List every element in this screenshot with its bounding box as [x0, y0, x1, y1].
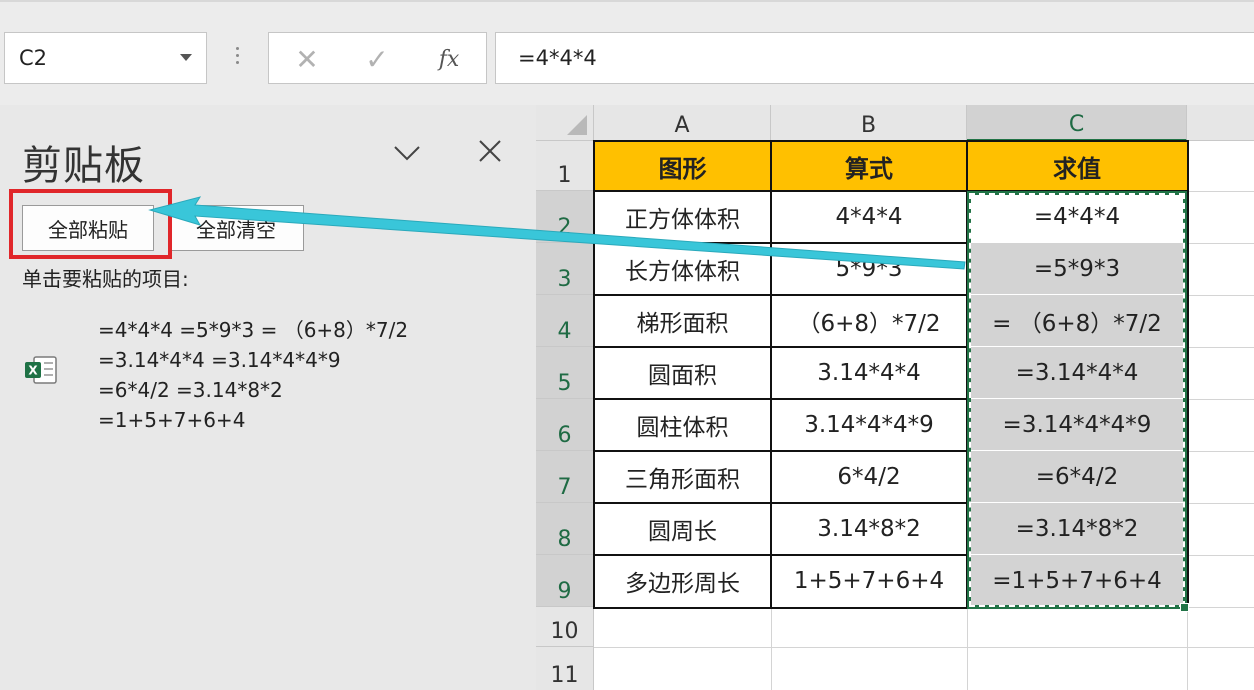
table-border	[968, 450, 1187, 451]
row-header[interactable]: 8	[536, 503, 594, 555]
header-cell[interactable]: 算式	[771, 141, 967, 191]
pane-title: 剪贴板	[22, 143, 145, 189]
table-cell[interactable]: 3.14*8*2	[771, 503, 967, 555]
table-border	[594, 554, 967, 556]
table-cell[interactable]: =1+5+7+6+4	[967, 555, 1187, 607]
row-header[interactable]: 11	[536, 647, 594, 690]
table-border	[594, 190, 1188, 192]
table-cell[interactable]: 正方体体积	[594, 191, 771, 243]
table-cell[interactable]: =5*9*3	[967, 243, 1187, 295]
table-cell[interactable]: 多边形周长	[594, 555, 771, 607]
close-icon[interactable]	[474, 135, 506, 167]
row-header[interactable]: 5	[536, 347, 594, 399]
clipboard-item-line: =6*4/2 =3.14*8*2	[98, 378, 283, 402]
grid-line	[594, 647, 1254, 648]
enter-icon[interactable]: ✓	[347, 33, 407, 85]
cancel-icon[interactable]: ✕	[277, 33, 337, 85]
fill-handle[interactable]	[1180, 603, 1189, 612]
table-cell[interactable]: 长方体体积	[594, 243, 771, 295]
table-border	[594, 398, 967, 400]
formula-bar: C2 ✕ ✓ fx =4*4*4	[0, 0, 1254, 105]
table-border	[968, 502, 1187, 503]
clipboard-item-line: =3.14*4*4 =3.14*4*4*9	[98, 348, 341, 372]
table-border	[594, 450, 967, 452]
chevron-down-icon[interactable]	[392, 138, 422, 168]
table-cell[interactable]: 4*4*4	[771, 191, 967, 243]
table-cell[interactable]: 圆柱体积	[594, 399, 771, 451]
clipboard-item-line: =1+5+7+6+4	[98, 408, 246, 432]
table-cell[interactable]: = （6+8）*7/2	[967, 295, 1187, 347]
table-cell[interactable]: 圆周长	[594, 503, 771, 555]
table-border	[594, 502, 967, 504]
formula-buttons: ✕ ✓ fx	[268, 32, 487, 84]
row-header[interactable]: 3	[536, 243, 594, 295]
highlight-box	[9, 189, 172, 259]
table-cell[interactable]: =3.14*4*4	[967, 347, 1187, 399]
table-border	[770, 141, 772, 608]
name-box-value: C2	[19, 46, 48, 70]
table-cell[interactable]: 1+5+7+6+4	[771, 555, 967, 607]
row-header[interactable]: 7	[536, 451, 594, 503]
table-cell[interactable]: 3.14*4*4*9	[771, 399, 967, 451]
table-border	[594, 346, 967, 348]
table-cell[interactable]: =6*4/2	[967, 451, 1187, 503]
table-cell[interactable]: 5*9*3	[771, 243, 967, 295]
pane-hint: 单击要粘贴的项目:	[22, 267, 189, 291]
row-header[interactable]: 4	[536, 295, 594, 347]
row-header[interactable]: 1	[536, 141, 594, 191]
clipboard-item[interactable]: =4*4*4 =5*9*3 = （6+8）*7/2 =3.14*4*4 =3.1…	[98, 315, 408, 435]
table-cell[interactable]: =3.14*4*4*9	[967, 399, 1187, 451]
table-border	[968, 346, 1187, 347]
name-box[interactable]: C2	[4, 32, 207, 84]
excel-icon: X	[25, 356, 57, 384]
svg-text:X: X	[28, 364, 38, 378]
table-cell[interactable]: =3.14*8*2	[967, 503, 1187, 555]
row-header[interactable]: 6	[536, 399, 594, 451]
column-header-b[interactable]: B	[771, 105, 967, 141]
table-border	[594, 294, 967, 296]
row-header[interactable]: 2	[536, 191, 594, 243]
table-cell[interactable]: 三角形面积	[594, 451, 771, 503]
table-cell[interactable]: 6*4/2	[771, 451, 967, 503]
table-border	[966, 141, 968, 608]
column-header-a[interactable]: A	[594, 105, 771, 141]
formula-input[interactable]: =4*4*4	[495, 32, 1254, 84]
table-border	[968, 554, 1187, 555]
table-cell[interactable]: 3.14*4*4	[771, 347, 967, 399]
header-cell[interactable]: 图形	[594, 141, 771, 191]
active-cell[interactable]: =4*4*4	[967, 191, 1187, 243]
table-border	[968, 242, 1187, 243]
column-header-c[interactable]: C	[967, 105, 1187, 141]
select-all-button[interactable]	[536, 105, 594, 141]
table-cell[interactable]: 圆面积	[594, 347, 771, 399]
row-header[interactable]: 9	[536, 555, 594, 607]
header-cell[interactable]: 求值	[967, 141, 1187, 191]
spreadsheet: A B C 1 2 3 4 5 6 7 8 9 10 11 图形 算式 求值 正…	[536, 105, 1254, 690]
insert-function-icon[interactable]: fx	[419, 33, 479, 85]
clear-all-button[interactable]: 全部清空	[168, 205, 304, 251]
row-header[interactable]: 10	[536, 607, 594, 647]
column-header-d[interactable]	[1187, 105, 1254, 141]
table-cell[interactable]: （6+8）*7/2	[771, 295, 967, 347]
clipboard-pane: 剪贴板 全部粘贴 全部清空 单击要粘贴的项目: X =4*4*4 =5*9*3 …	[0, 105, 536, 690]
grid-line	[594, 607, 1254, 608]
table-border	[594, 242, 967, 244]
chevron-down-icon[interactable]	[180, 54, 192, 61]
formula-text: =4*4*4	[518, 46, 597, 70]
drag-handle-icon[interactable]	[236, 47, 240, 69]
clipboard-item-line: =4*4*4 =5*9*3 = （6+8）*7/2	[98, 318, 409, 342]
table-border	[968, 398, 1187, 399]
table-border	[968, 294, 1187, 295]
table-cell[interactable]: 梯形面积	[594, 295, 771, 347]
